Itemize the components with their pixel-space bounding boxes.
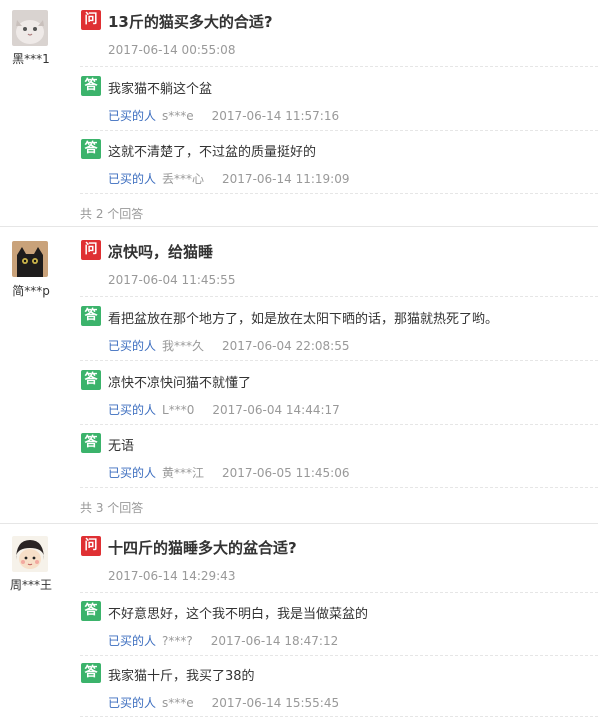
buyer-label[interactable]: 已买的人: [108, 172, 156, 186]
answer-badge: 答: [81, 139, 101, 159]
divider: [80, 424, 598, 425]
divider: [80, 66, 598, 67]
cartoon-girl-avatar-icon: [12, 536, 48, 572]
answer-text: 这就不清楚了，不过盆的质量挺好的: [108, 145, 317, 160]
answer-count[interactable]: 共 3 个回答: [80, 499, 143, 516]
avatar[interactable]: [12, 10, 48, 46]
answer-meta: 已买的人 s***e 2017-06-14 11:57:16: [108, 107, 339, 124]
answer-meta: 已买的人 s***e 2017-06-14 15:55:45: [108, 694, 339, 711]
answer-meta: 已买的人 黄***江 2017-06-05 11:45:06: [108, 464, 349, 481]
divider: [80, 296, 598, 297]
user-name[interactable]: 黑***1: [6, 50, 56, 67]
answer-text: 不好意思好，这个我不明白，我是当做菜盆的: [108, 607, 369, 622]
user-name[interactable]: 简***p: [6, 282, 56, 299]
user-name[interactable]: 周***王: [6, 576, 56, 593]
answer-user: 丢***心: [162, 172, 205, 186]
qa-block: 周***王 问 十四斤的猫睡多大的盆合适? 2017-06-14 14:29:4…: [0, 524, 598, 722]
answer-date: 2017-06-14 11:19:09: [222, 172, 350, 186]
divider: [80, 360, 598, 361]
divider: [80, 592, 598, 593]
answer-user: 我***久: [162, 339, 205, 353]
avatar[interactable]: [12, 241, 48, 277]
divider: [80, 716, 598, 717]
question-badge: 问: [81, 240, 101, 260]
avatar[interactable]: [12, 536, 48, 572]
answer-date: 2017-06-04 22:08:55: [222, 339, 350, 353]
qa-list: 黑***1 问 13斤的猫买多大的合适? 2017-06-14 00:55:08…: [0, 0, 598, 722]
question-text[interactable]: 13斤的猫买多大的合适?: [108, 11, 273, 32]
question-badge: 问: [81, 10, 101, 30]
qa-block: 黑***1 问 13斤的猫买多大的合适? 2017-06-14 00:55:08…: [0, 0, 598, 227]
answer-badge: 答: [81, 601, 101, 621]
answer-badge: 答: [81, 370, 101, 390]
answer-date: 2017-06-14 11:57:16: [211, 109, 340, 123]
divider: [80, 130, 598, 131]
buyer-label[interactable]: 已买的人: [108, 634, 156, 648]
answer-meta: 已买的人 丢***心 2017-06-14 11:19:09: [108, 170, 349, 187]
answer-badge: 答: [81, 306, 101, 326]
answer-text: 无语: [108, 439, 135, 454]
answer-meta: 已买的人 我***久 2017-06-04 22:08:55: [108, 337, 349, 354]
cat-avatar-icon: [12, 10, 48, 46]
answer-badge: 答: [81, 76, 101, 96]
answer-date: 2017-06-14 15:55:45: [211, 696, 340, 710]
answer-user: L***0: [162, 403, 195, 417]
qa-block: 简***p 问 凉快吗，给猫睡 2017-06-04 11:45:55 答 看把…: [0, 227, 598, 524]
answer-user: ?***?: [162, 634, 193, 648]
buyer-label[interactable]: 已买的人: [108, 109, 156, 123]
divider: [80, 487, 598, 488]
divider: [80, 655, 598, 656]
question-text[interactable]: 十四斤的猫睡多大的盆合适?: [108, 537, 297, 558]
answer-badge: 答: [81, 433, 101, 453]
question-date: 2017-06-14 14:29:43: [108, 569, 236, 583]
answer-text: 凉快不凉快问猫不就懂了: [108, 376, 252, 391]
answer-text: 我家猫不躺这个盆: [108, 82, 213, 97]
answer-count[interactable]: 共 2 个回答: [80, 205, 143, 222]
answer-meta: 已买的人 L***0 2017-06-04 14:44:17: [108, 401, 340, 418]
answer-user: s***e: [162, 696, 194, 710]
question-text[interactable]: 凉快吗，给猫睡: [108, 241, 213, 262]
question-badge: 问: [81, 536, 101, 556]
buyer-label[interactable]: 已买的人: [108, 696, 156, 710]
question-date: 2017-06-04 11:45:55: [108, 273, 236, 287]
answer-user: 黄***江: [162, 466, 205, 480]
answer-date: 2017-06-04 14:44:17: [212, 403, 340, 417]
question-date: 2017-06-14 00:55:08: [108, 43, 236, 57]
answer-date: 2017-06-14 18:47:12: [210, 634, 339, 648]
buyer-label[interactable]: 已买的人: [108, 466, 156, 480]
answer-meta: 已买的人 ?***? 2017-06-14 18:47:12: [108, 632, 338, 649]
answer-user: s***e: [162, 109, 194, 123]
black-cat-avatar-icon: [12, 241, 48, 277]
buyer-label[interactable]: 已买的人: [108, 339, 156, 353]
buyer-label[interactable]: 已买的人: [108, 403, 156, 417]
divider: [80, 193, 598, 194]
answer-badge: 答: [81, 663, 101, 683]
answer-text: 我家猫十斤，我买了38的: [108, 669, 255, 684]
answer-date: 2017-06-05 11:45:06: [222, 466, 350, 480]
answer-text: 看把盆放在那个地方了，如是放在太阳下晒的话，那猫就热死了哟。: [108, 312, 499, 327]
